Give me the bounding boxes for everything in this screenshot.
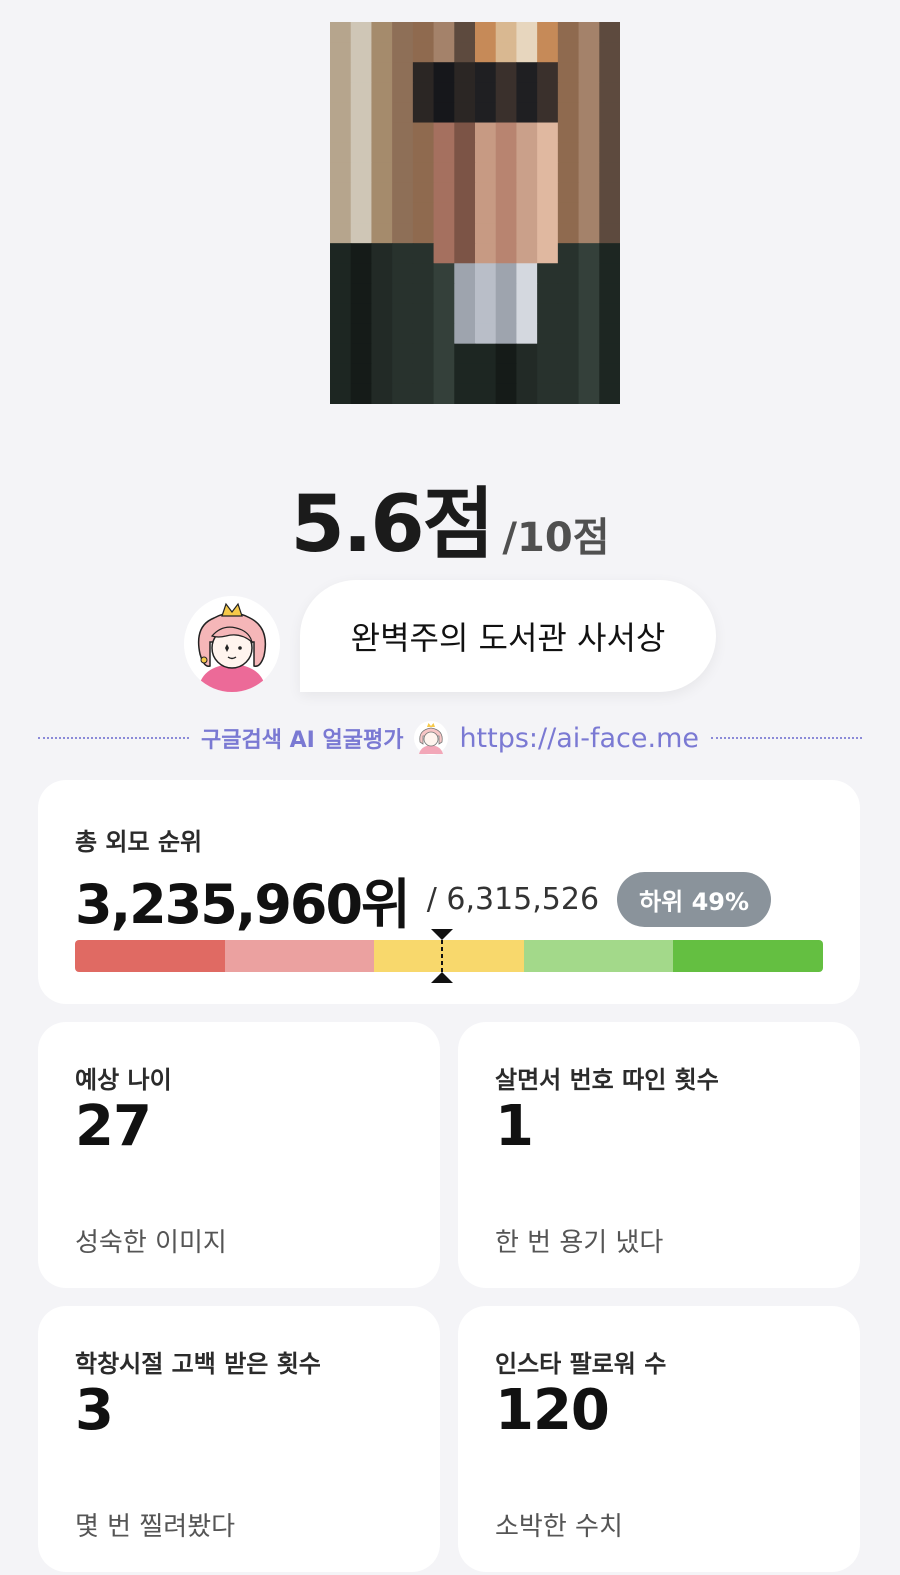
stat-description: 몇 번 찔려봤다 <box>75 1512 236 1542</box>
stat-description: 성숙한 이미지 <box>75 1228 227 1258</box>
stat-value: 3 <box>75 1378 114 1443</box>
stat-value: 120 <box>495 1378 610 1443</box>
rank-bar-segment <box>673 940 823 972</box>
stat-card-number-asked: 살면서 번호 따인 횟수 1 한 번 용기 냈다 <box>458 1022 860 1288</box>
dotted-divider-right <box>711 737 862 739</box>
rank-total: / 6,315,526 <box>426 882 600 917</box>
rank-bar-segment <box>75 940 225 972</box>
brand-url-link[interactable]: https://ai-face.me <box>459 723 699 754</box>
rank-bar-segment <box>523 940 674 972</box>
score-display: 5.6점/10점 <box>0 462 900 574</box>
brand-line: 구글검색 AI 얼굴평가 https://ai-face.me <box>38 718 862 758</box>
back-button[interactable] <box>40 0 76 14</box>
percentile-badge: 하위 49% <box>617 872 772 927</box>
stat-description: 한 번 용기 냈다 <box>495 1228 664 1258</box>
princess-avatar-small-icon <box>414 721 449 755</box>
profile-photo <box>330 22 620 404</box>
princess-avatar-icon <box>184 596 280 692</box>
stat-value: 27 <box>75 1094 152 1159</box>
rank-card: 총 외모 순위 3,235,960위 / 6,315,526 하위 49% <box>38 780 860 1004</box>
type-title-bubble: 완벽주의 도서관 사서상 <box>300 580 716 692</box>
brand-label: 구글검색 AI 얼굴평가 <box>200 728 404 753</box>
dotted-divider-left <box>38 737 189 739</box>
chevron-left-icon <box>40 0 76 18</box>
stat-label: 예상 나이 <box>75 1066 172 1094</box>
stat-label: 학창시절 고백 받은 횟수 <box>75 1350 321 1378</box>
score-max: /10점 <box>502 515 610 561</box>
stat-label: 살면서 번호 따인 횟수 <box>495 1066 719 1094</box>
stat-description: 소박한 수치 <box>495 1512 623 1542</box>
rank-position-marker <box>430 928 454 984</box>
stat-value: 1 <box>495 1094 534 1159</box>
avatar <box>184 596 280 692</box>
rank-value: 3,235,960위 <box>75 873 411 936</box>
rank-label: 총 외모 순위 <box>75 828 203 856</box>
score-value: 5.6점 <box>290 480 494 570</box>
stat-card-instagram-followers: 인스타 팔로워 수 120 소박한 수치 <box>458 1306 860 1572</box>
stat-card-age: 예상 나이 27 성숙한 이미지 <box>38 1022 440 1288</box>
type-title: 완벽주의 도서관 사서상 <box>350 619 666 657</box>
stat-label: 인스타 팔로워 수 <box>495 1350 667 1378</box>
stat-card-confessions: 학창시절 고백 받은 횟수 3 몇 번 찔려봤다 <box>38 1306 440 1572</box>
rank-bar-segment <box>224 940 375 972</box>
